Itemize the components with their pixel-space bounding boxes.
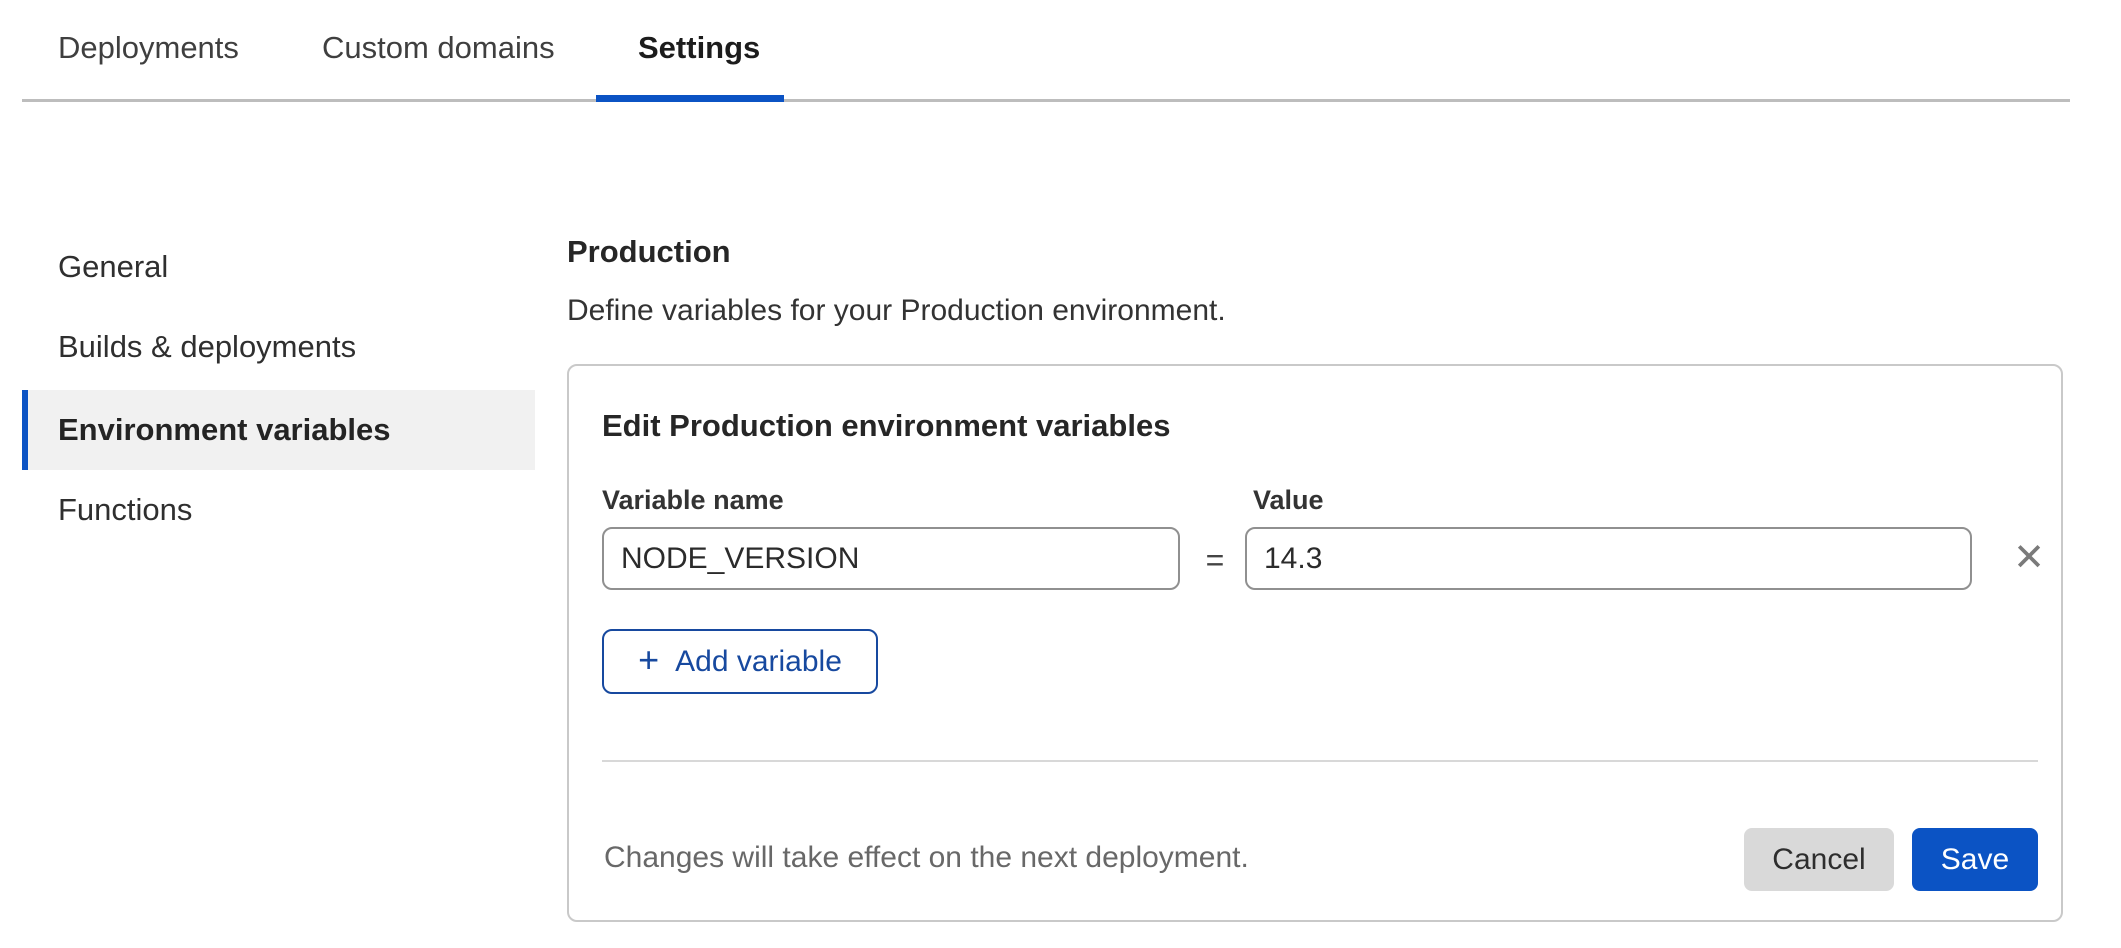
plus-icon: + <box>638 639 659 681</box>
tab-custom-domains[interactable]: Custom domains <box>322 30 555 66</box>
tab-deployments[interactable]: Deployments <box>58 30 239 66</box>
add-variable-button[interactable]: + Add variable <box>602 629 878 694</box>
sidebar-item-functions[interactable]: Functions <box>22 470 535 550</box>
sidebar-item-builds-deployments[interactable]: Builds & deployments <box>22 307 535 387</box>
top-tab-bar: Deployments Custom domains Settings <box>22 0 2070 102</box>
variable-name-label: Variable name <box>602 485 784 516</box>
close-icon: ✕ <box>2013 537 2045 579</box>
variable-value-input[interactable] <box>1245 527 1972 590</box>
add-variable-label: Add variable <box>675 645 842 679</box>
section-description: Define variables for your Production env… <box>567 294 1226 328</box>
card-divider <box>602 760 2038 762</box>
cancel-button[interactable]: Cancel <box>1744 828 1894 891</box>
remove-variable-button[interactable]: ✕ <box>2001 530 2057 586</box>
variable-name-input[interactable] <box>602 527 1180 590</box>
value-label: Value <box>1253 485 1324 516</box>
card-title: Edit Production environment variables <box>602 408 1170 444</box>
tab-settings[interactable]: Settings <box>638 30 760 66</box>
sidebar-item-general[interactable]: General <box>22 227 535 307</box>
save-button[interactable]: Save <box>1912 828 2038 891</box>
active-tab-underline <box>596 95 784 102</box>
pages-settings-screen: Deployments Custom domains Settings Gene… <box>0 0 2121 948</box>
equals-sign: = <box>1197 542 1233 579</box>
deployment-note: Changes will take effect on the next dep… <box>604 841 1249 875</box>
page-title: Production <box>567 234 731 270</box>
environment-variables-card: Edit Production environment variables Va… <box>567 364 2063 922</box>
sidebar-item-environment-variables[interactable]: Environment variables <box>22 390 535 470</box>
